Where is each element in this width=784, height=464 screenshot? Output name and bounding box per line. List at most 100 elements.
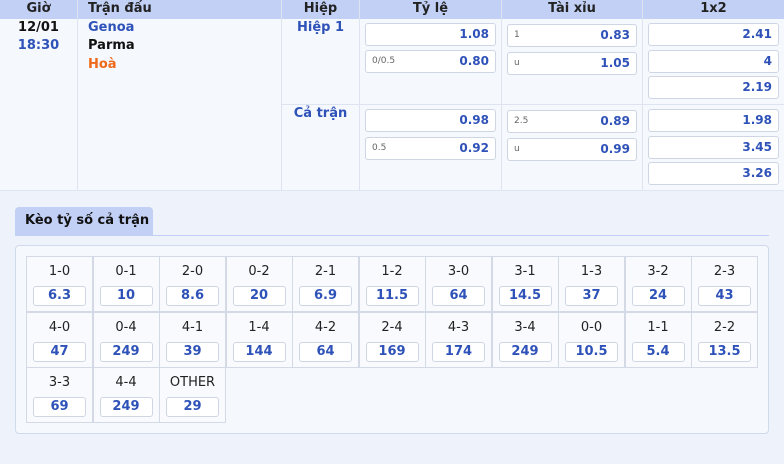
score-cell: 4-4 249 — [92, 367, 160, 423]
score-cell: 0-1 10 — [92, 256, 160, 312]
score-odds-button[interactable]: 64 — [299, 341, 352, 362]
over-under-odds-button[interactable]: u 0.99 — [507, 138, 637, 161]
home-win-odds-button[interactable]: 2.41 — [648, 23, 779, 46]
score-odds-button[interactable]: 29 — [166, 397, 219, 417]
score-odds-button[interactable]: 24 — [631, 286, 685, 306]
score-odds-button[interactable]: 169 — [365, 341, 419, 362]
score-cell: 4-1 39 — [159, 311, 226, 368]
handicap-odds: 1.08 — [459, 27, 489, 41]
score-odds-button[interactable]: 249 — [498, 341, 552, 362]
away-win-odds: 3.45 — [742, 140, 772, 154]
score-label: 4-3 — [447, 319, 470, 335]
period-first-half: Hiệp 1 — [296, 20, 345, 35]
over-under-line: u — [514, 58, 520, 68]
score-odds-button[interactable]: 20 — [232, 286, 286, 306]
home-win-odds: 2.41 — [742, 27, 772, 41]
draw-odds: 3.26 — [742, 166, 772, 180]
score-odds-button[interactable]: 249 — [99, 397, 153, 417]
score-cell: 2-4 169 — [358, 311, 426, 368]
tab-underline — [15, 235, 769, 236]
score-label: 0-4 — [115, 319, 137, 335]
score-label: 4-4 — [115, 375, 137, 390]
score-cell: 1-0 6.3 — [26, 256, 93, 312]
odds-table: Giờ Trận đấu Hiệp Tỷ lệ Tài xỉu 1x2 12/0… — [0, 0, 784, 191]
over-under-odds: 0.83 — [600, 28, 630, 42]
handicap-odds-button[interactable]: 0.98 — [365, 109, 496, 132]
score-cell: 0-2 20 — [225, 256, 293, 312]
score-label: 4-1 — [181, 319, 204, 335]
score-cell: 1-3 37 — [558, 256, 625, 312]
draw-odds-button[interactable]: 3.26 — [648, 162, 779, 185]
column-divider — [501, 0, 502, 191]
home-win-odds-button[interactable]: 1.98 — [648, 109, 779, 132]
handicap-odds-button[interactable]: 0.5 0.92 — [365, 137, 496, 160]
score-odds-button[interactable]: 64 — [432, 286, 485, 306]
score-odds-button[interactable]: 39 — [166, 341, 219, 362]
match-date: 12/01 — [18, 20, 59, 35]
score-cell: 1-1 5.4 — [624, 311, 692, 368]
score-cell: 2-2 13.5 — [691, 311, 758, 368]
score-cell: 1-4 144 — [225, 311, 293, 368]
score-cell: 4-0 47 — [26, 311, 93, 368]
handicap-odds: 0.92 — [459, 141, 489, 155]
away-win-odds-button[interactable]: 3.45 — [648, 136, 779, 159]
row-divider — [282, 104, 784, 105]
away-win-odds-button[interactable]: 4 — [648, 50, 779, 73]
draw-odds-button[interactable]: 2.19 — [648, 76, 779, 99]
over-under-odds-button[interactable]: 1 0.83 — [507, 24, 637, 47]
score-odds-button[interactable]: 37 — [565, 286, 618, 306]
score-cell: 4-2 64 — [292, 311, 359, 368]
score-cell: OTHER 29 — [159, 367, 226, 423]
score-odds-button[interactable]: 13.5 — [698, 341, 751, 362]
score-odds-button[interactable]: 6.9 — [299, 286, 352, 306]
match-time: 18:30 — [17, 38, 60, 53]
over-under-line: u — [514, 144, 520, 154]
over-under-odds-button[interactable]: u 1.05 — [507, 52, 637, 75]
column-divider — [77, 0, 78, 191]
score-odds-button[interactable]: 8.6 — [166, 286, 219, 306]
score-cell: 0-0 10.5 — [558, 311, 625, 368]
score-label: 2-4 — [381, 319, 403, 335]
header-period: Hiệp — [303, 1, 338, 16]
tab-correct-score[interactable]: Kèo tỷ số cả trận — [15, 207, 153, 235]
score-odds-button[interactable]: 69 — [33, 397, 86, 417]
score-odds-button[interactable]: 144 — [232, 341, 286, 362]
score-odds-button[interactable]: 10 — [99, 286, 153, 306]
score-odds-button[interactable]: 6.3 — [33, 286, 86, 306]
header-handicap: Tỷ lệ — [412, 1, 449, 16]
header-time: Giờ — [26, 1, 51, 16]
score-odds-button[interactable]: 5.4 — [631, 341, 685, 362]
score-cell: 2-3 43 — [691, 256, 758, 312]
score-label: 0-2 — [248, 264, 270, 279]
score-odds-button[interactable]: 174 — [432, 341, 485, 362]
score-odds-button[interactable]: 10.5 — [565, 341, 618, 362]
score-label: 1-1 — [647, 319, 669, 335]
over-under-odds: 1.05 — [600, 56, 630, 70]
score-label: 3-4 — [514, 319, 536, 335]
score-label: 4-0 — [48, 319, 71, 335]
score-label: 1-4 — [248, 319, 270, 335]
over-under-odds: 0.89 — [600, 114, 630, 128]
score-odds-button[interactable]: 14.5 — [498, 286, 552, 306]
score-odds-button[interactable]: 43 — [698, 286, 751, 306]
handicap-odds-button[interactable]: 1.08 — [365, 23, 496, 46]
score-label: 1-3 — [580, 264, 603, 279]
home-team[interactable]: Genoa — [88, 20, 134, 35]
score-cell: 4-3 174 — [425, 311, 492, 368]
period-full-time: Cả trận — [293, 106, 348, 121]
handicap-odds-button[interactable]: 0/0.5 0.80 — [365, 50, 496, 73]
over-under-odds-button[interactable]: 2.5 0.89 — [507, 110, 637, 133]
score-cell: 2-0 8.6 — [159, 256, 226, 312]
score-label: 2-0 — [181, 264, 204, 279]
away-team[interactable]: Parma — [88, 38, 135, 53]
score-cell: 3-0 64 — [425, 256, 492, 312]
draw-odds: 2.19 — [742, 80, 772, 94]
handicap-odds: 0.80 — [459, 54, 489, 68]
handicap-line: 0.5 — [372, 143, 387, 153]
score-label: 3-2 — [647, 264, 669, 279]
score-odds-button[interactable]: 11.5 — [365, 286, 419, 306]
column-divider — [359, 0, 360, 191]
score-odds-button[interactable]: 249 — [99, 341, 153, 362]
score-label: OTHER — [169, 375, 216, 390]
score-odds-button[interactable]: 47 — [33, 341, 86, 362]
